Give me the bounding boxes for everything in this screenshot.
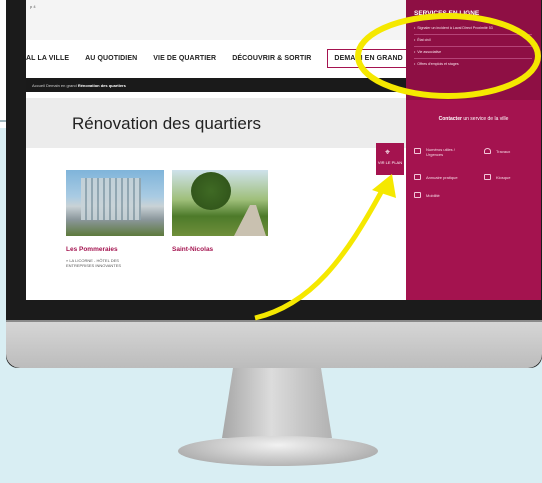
card-title-pommeraies[interactable]: Les Pommeraies: [66, 246, 118, 253]
monitor-stand-neck: [222, 368, 332, 438]
nav-item-la-ville[interactable]: AL LA VILLE: [26, 55, 69, 62]
breadcrumb: Accueil Demain en grand Rénovation des q…: [26, 78, 406, 92]
directory-icon: [414, 174, 421, 180]
main-navigation: AL LA VILLE AU QUOTIDIEN VIE DE QUARTIER…: [26, 48, 410, 68]
card-subtitle-link[interactable]: » LA LICORNE - HÔTEL DES ENTREPRISES INN…: [66, 258, 136, 268]
monitor-stand-base: [178, 436, 378, 466]
site-header-strip: p 4: [26, 0, 406, 40]
roadworks-icon: [484, 148, 491, 154]
monitor-bezel-line: [6, 320, 542, 322]
phone-icon: [414, 148, 421, 154]
nav-item-au-quotidien[interactable]: AU QUOTIDIEN: [85, 55, 137, 62]
service-link-incident[interactable]: Signaler un incident à Laval Direct Prox…: [414, 26, 493, 30]
service-link-vie-associative[interactable]: Vie associative: [414, 50, 441, 54]
card-title-saint-nicolas[interactable]: Saint-Nicolas: [172, 246, 213, 253]
breadcrumb-links[interactable]: Accueil Demain en grand: [32, 83, 78, 88]
map-pin-icon: ⌖: [385, 147, 391, 157]
contact-service-button[interactable]: Contacter un service de la ville: [406, 112, 541, 126]
link-mobilite[interactable]: Mobilité: [426, 193, 440, 198]
building-image: [81, 178, 141, 220]
monitor: p 4 AL LA VILLE AU QUOTIDIEN VIE DE QUAR…: [6, 0, 542, 368]
online-services-panel: SERVICES EN LIGNE Signaler un incident à…: [406, 0, 541, 300]
page-title: Rénovation des quartiers: [72, 114, 262, 133]
link-numeros-utiles[interactable]: Numéros utiles / Urgences: [426, 147, 466, 157]
nav-item-vie-de-quartier[interactable]: VIE DE QUARTIER: [153, 55, 216, 62]
nav-item-demain-en-grand[interactable]: DEMAIN EN GRAND: [327, 48, 410, 68]
link-kiosque[interactable]: Kiosque: [496, 175, 510, 180]
divider: [414, 46, 532, 47]
service-link-etat-civil[interactable]: État civil: [414, 38, 430, 42]
tree-image: [191, 172, 231, 210]
online-services-title: SERVICES EN LIGNE: [414, 10, 480, 17]
divider: [414, 34, 532, 35]
map-button[interactable]: ⌖ VIR LE PLAN: [376, 143, 404, 175]
service-link-emplois[interactable]: Offres d'emplois et stages: [414, 62, 458, 66]
page-title-bar: Rénovation des quartiers: [26, 98, 406, 148]
monitor-screen: p 4 AL LA VILLE AU QUOTIDIEN VIE DE QUAR…: [26, 0, 541, 300]
link-travaux[interactable]: Travaux: [496, 149, 510, 154]
divider: [414, 58, 532, 59]
contact-label: un service de la ville: [461, 116, 509, 122]
contact-label-bold: Contacter: [438, 116, 462, 122]
nav-item-decouvrir-sortir[interactable]: DÉCOUVRIR & SORTIR: [232, 55, 311, 62]
breadcrumb-current: Rénovation des quartiers: [77, 83, 126, 88]
monitor-chin: [6, 320, 542, 368]
page-indicator: p 4: [30, 4, 36, 9]
bus-icon: [414, 192, 421, 198]
link-annuaire[interactable]: Annuaire pratique: [426, 175, 458, 180]
map-button-label: VIR LE PLAN: [377, 160, 403, 165]
kiosk-icon: [484, 174, 491, 180]
